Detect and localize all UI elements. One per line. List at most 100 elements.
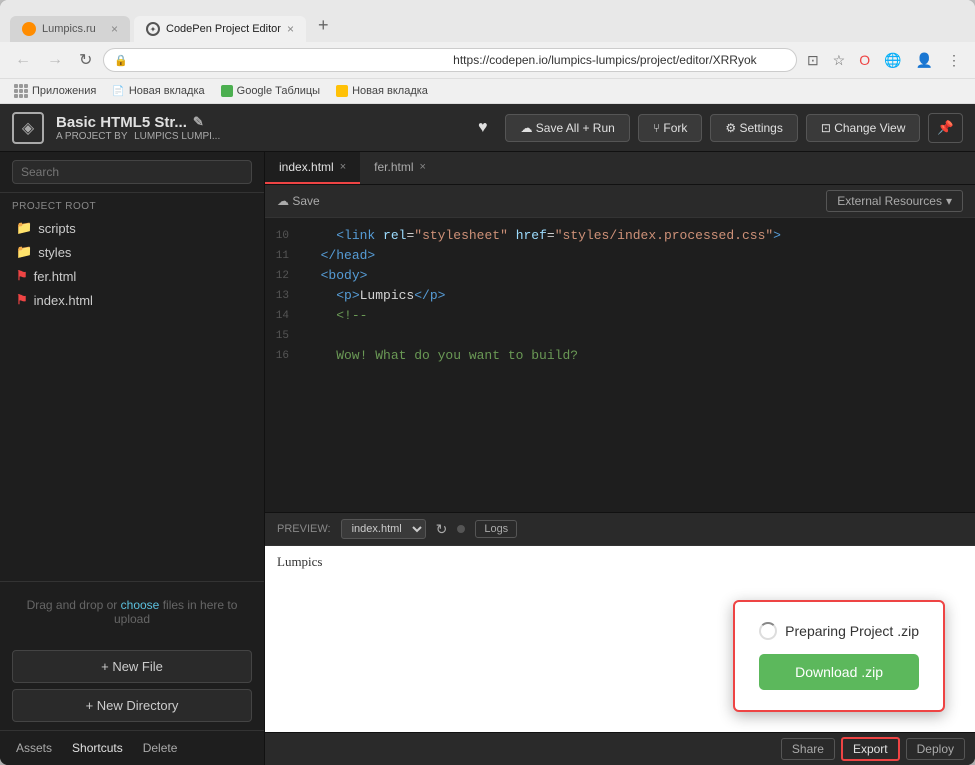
bookmark-newtab-label-1: Новая вкладка <box>129 85 205 97</box>
code-content[interactable]: <link rel="stylesheet" href="styles/inde… <box>301 218 975 512</box>
code-line-15 <box>305 326 971 346</box>
preview-status-dot <box>457 525 465 533</box>
forward-button[interactable]: → <box>42 49 68 71</box>
change-view-button[interactable]: ⊡ Change View <box>806 114 921 142</box>
search-input[interactable] <box>12 160 252 184</box>
bookmarks-bar: Приложения 📄 Новая вкладка Google Таблиц… <box>0 79 975 104</box>
line-num-10: 10 <box>269 226 297 246</box>
bookmark-new-tab-2[interactable]: Новая вкладка <box>332 83 432 99</box>
file-tree: 📁 scripts 📁 styles ⚑ fer.html ⚑ index.ht… <box>0 216 264 581</box>
folder-icon-scripts: 📁 <box>16 220 32 236</box>
new-directory-button[interactable]: + New Directory <box>12 689 252 722</box>
lumpics-favicon <box>22 22 36 36</box>
file-item-fer-html[interactable]: ⚑ fer.html <box>8 264 256 288</box>
editor-area: index.html × fer.html × ☁ Save External … <box>265 152 975 765</box>
yellow-icon <box>336 85 348 97</box>
toolbar-icons: ⊡ ☆ O 🌐 👤 ⋮ <box>803 50 965 71</box>
project-root-label: PROJECT ROOT <box>0 193 264 216</box>
external-resources-button[interactable]: External Resources ▾ <box>826 190 963 212</box>
address-bar[interactable]: 🔒 https://codepen.io/lumpics-lumpics/pro… <box>103 48 797 72</box>
cast-button[interactable]: ⊡ <box>803 50 823 71</box>
settings-button[interactable]: ⚙ Settings <box>710 114 797 142</box>
tab-close-codepen[interactable]: × <box>287 22 294 36</box>
code-line-14: <!-- <box>305 306 971 326</box>
preview-file-select[interactable]: index.html <box>341 519 426 539</box>
editor-tab-index[interactable]: index.html × <box>265 152 360 184</box>
export-button[interactable]: Export <box>841 737 900 761</box>
app-title-text: Basic HTML5 Str... <box>56 114 187 131</box>
line-num-16: 16 <box>269 346 297 366</box>
line-num-15: 15 <box>269 326 297 346</box>
editor-tabs: index.html × fer.html × <box>265 152 975 185</box>
line-num-11: 11 <box>269 246 297 266</box>
upload-section: Drag and drop or choose files in here to… <box>0 581 264 642</box>
shortcuts-button[interactable]: Shortcuts <box>68 739 127 757</box>
bookmark-google-sheets[interactable]: Google Таблицы <box>217 83 324 99</box>
edit-title-icon[interactable]: ✎ <box>193 114 204 130</box>
browser-titlebar: Lumpics.ru × ✦ CodePen Project Editor × … <box>0 0 975 42</box>
editor-tab-fer-label: fer.html <box>374 160 413 174</box>
preview-content: Lumpics Preparing Project .zip Download … <box>265 546 975 732</box>
new-file-button[interactable]: + New File <box>12 650 252 683</box>
file-name-scripts: scripts <box>38 221 76 236</box>
save-file-button[interactable]: ☁ Save <box>277 194 320 208</box>
tab-label-codepen: CodePen Project Editor <box>166 23 281 35</box>
code-editor[interactable]: 10 11 12 13 14 15 16 <link rel="styleshe… <box>265 218 975 512</box>
preview-logs-button[interactable]: Logs <box>475 520 517 538</box>
line-num-14: 14 <box>269 306 297 326</box>
bookmark-button[interactable]: ☆ <box>829 50 850 71</box>
bookmark-new-tab-1[interactable]: 📄 Новая вкладка <box>108 83 208 99</box>
save-all-button[interactable]: ☁ Save All + Run <box>505 114 629 142</box>
file-item-index-html[interactable]: ⚑ index.html <box>8 288 256 312</box>
new-tab-button[interactable]: + <box>310 11 337 40</box>
download-zip-button[interactable]: Download .zip <box>759 654 919 690</box>
editor-tab-fer-close[interactable]: × <box>420 161 426 173</box>
code-line-16: Wow! What do you want to build? <box>305 346 971 366</box>
file-name-styles: styles <box>38 245 71 260</box>
editor-tab-index-label: index.html <box>279 160 334 174</box>
editor-tab-fer[interactable]: fer.html × <box>360 152 440 184</box>
code-line-12: <body> <box>305 266 971 286</box>
bookmark-apps[interactable]: Приложения <box>10 82 100 100</box>
bookmark-apps-label: Приложения <box>32 85 96 97</box>
share-button[interactable]: Share <box>781 738 835 760</box>
opera-icon[interactable]: O <box>855 50 874 70</box>
upload-choose-link[interactable]: choose <box>121 598 160 612</box>
browser-toolbar: ← → ↻ 🔒 https://codepen.io/lumpics-lumpi… <box>0 42 975 79</box>
line-numbers: 10 11 12 13 14 15 16 <box>265 218 301 512</box>
fork-label: ⑂ Fork <box>653 121 688 135</box>
pin-button[interactable]: 📌 <box>928 113 963 143</box>
line-num-13: 13 <box>269 286 297 306</box>
main-layout: PROJECT ROOT 📁 scripts 📁 styles ⚑ fer.ht… <box>0 152 975 765</box>
globe-button[interactable]: 🌐 <box>880 50 905 71</box>
heart-button[interactable]: ♥ <box>468 113 498 143</box>
file-item-styles[interactable]: 📁 styles <box>8 240 256 264</box>
preview-refresh-button[interactable]: ↻ <box>436 521 448 538</box>
back-button[interactable]: ← <box>10 49 36 71</box>
browser-tab-lumpics[interactable]: Lumpics.ru × <box>10 16 130 42</box>
app-subtitle: A PROJECT BY Lumpics Lumpi... <box>56 131 220 142</box>
preview-toolbar: PREVIEW: index.html ↻ Logs <box>265 513 975 546</box>
external-resources-label: External Resources <box>837 194 942 208</box>
app-title-section: Basic HTML5 Str... ✎ A PROJECT BY Lumpic… <box>56 114 220 142</box>
code-line-11: </head> <box>305 246 971 266</box>
code-line-13: <p>Lumpics</p> <box>305 286 971 306</box>
editor-tab-index-close[interactable]: × <box>340 161 346 173</box>
menu-button[interactable]: ⋮ <box>943 50 965 71</box>
delete-button[interactable]: Delete <box>139 739 182 757</box>
profile-button[interactable]: 👤 <box>912 50 937 71</box>
apps-icon <box>14 84 28 98</box>
file-actions: + New File + New Directory <box>0 642 264 730</box>
settings-label: ⚙ Settings <box>725 121 782 135</box>
assets-button[interactable]: Assets <box>12 739 56 757</box>
file-item-scripts[interactable]: 📁 scripts <box>8 216 256 240</box>
app-title-row: Basic HTML5 Str... ✎ <box>56 114 220 131</box>
sidebar-footer: Assets Shortcuts Delete <box>0 730 264 765</box>
tab-close-lumpics[interactable]: × <box>111 22 118 36</box>
browser-tab-codepen[interactable]: ✦ CodePen Project Editor × <box>134 16 306 42</box>
line-num-12: 12 <box>269 266 297 286</box>
logo-symbol: ◈ <box>22 118 34 138</box>
reload-button[interactable]: ↻ <box>74 48 97 72</box>
deploy-button[interactable]: Deploy <box>906 738 965 760</box>
fork-button[interactable]: ⑂ Fork <box>638 114 703 142</box>
